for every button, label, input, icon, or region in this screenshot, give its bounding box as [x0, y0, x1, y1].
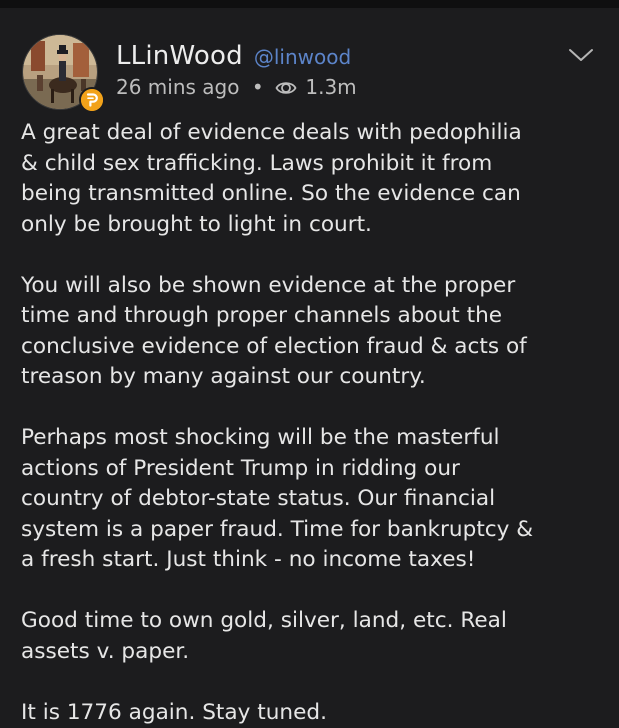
parler-badge-icon — [81, 89, 103, 111]
author-row: LLinWood @linwood — [116, 39, 579, 73]
verified-badge — [79, 87, 105, 113]
post-body: A great deal of evidence deals with pedo… — [21, 118, 606, 728]
post-header: LLinWood @linwood 26 mins ago • 1.3m — [116, 39, 579, 101]
post-paragraph: You will also be shown evidence at the p… — [21, 272, 527, 390]
author-handle[interactable]: @linwood — [254, 45, 351, 69]
post-paragraph: It is 1776 again. Stay tuned. — [21, 699, 327, 725]
meta-separator: • — [251, 75, 264, 99]
post-paragraph: A great deal of evidence deals with pedo… — [21, 120, 522, 237]
post-menu-button[interactable] — [566, 44, 596, 66]
post-card: LLinWood @linwood 26 mins ago • 1.3m A g… — [0, 8, 619, 728]
author-display-name[interactable]: LLinWood — [116, 41, 243, 71]
top-divider — [0, 0, 619, 8]
post-paragraph: Perhaps most shocking will be the master… — [21, 425, 534, 572]
post-paragraph: Good time to own gold, silver, land, etc… — [21, 608, 507, 664]
chevron-down-icon — [569, 49, 593, 61]
view-count: 1.3m — [305, 75, 357, 99]
post-meta: 26 mins ago • 1.3m — [116, 73, 579, 101]
post-timestamp[interactable]: 26 mins ago — [116, 75, 240, 99]
author-avatar[interactable] — [22, 34, 105, 113]
eye-icon — [275, 76, 297, 104]
